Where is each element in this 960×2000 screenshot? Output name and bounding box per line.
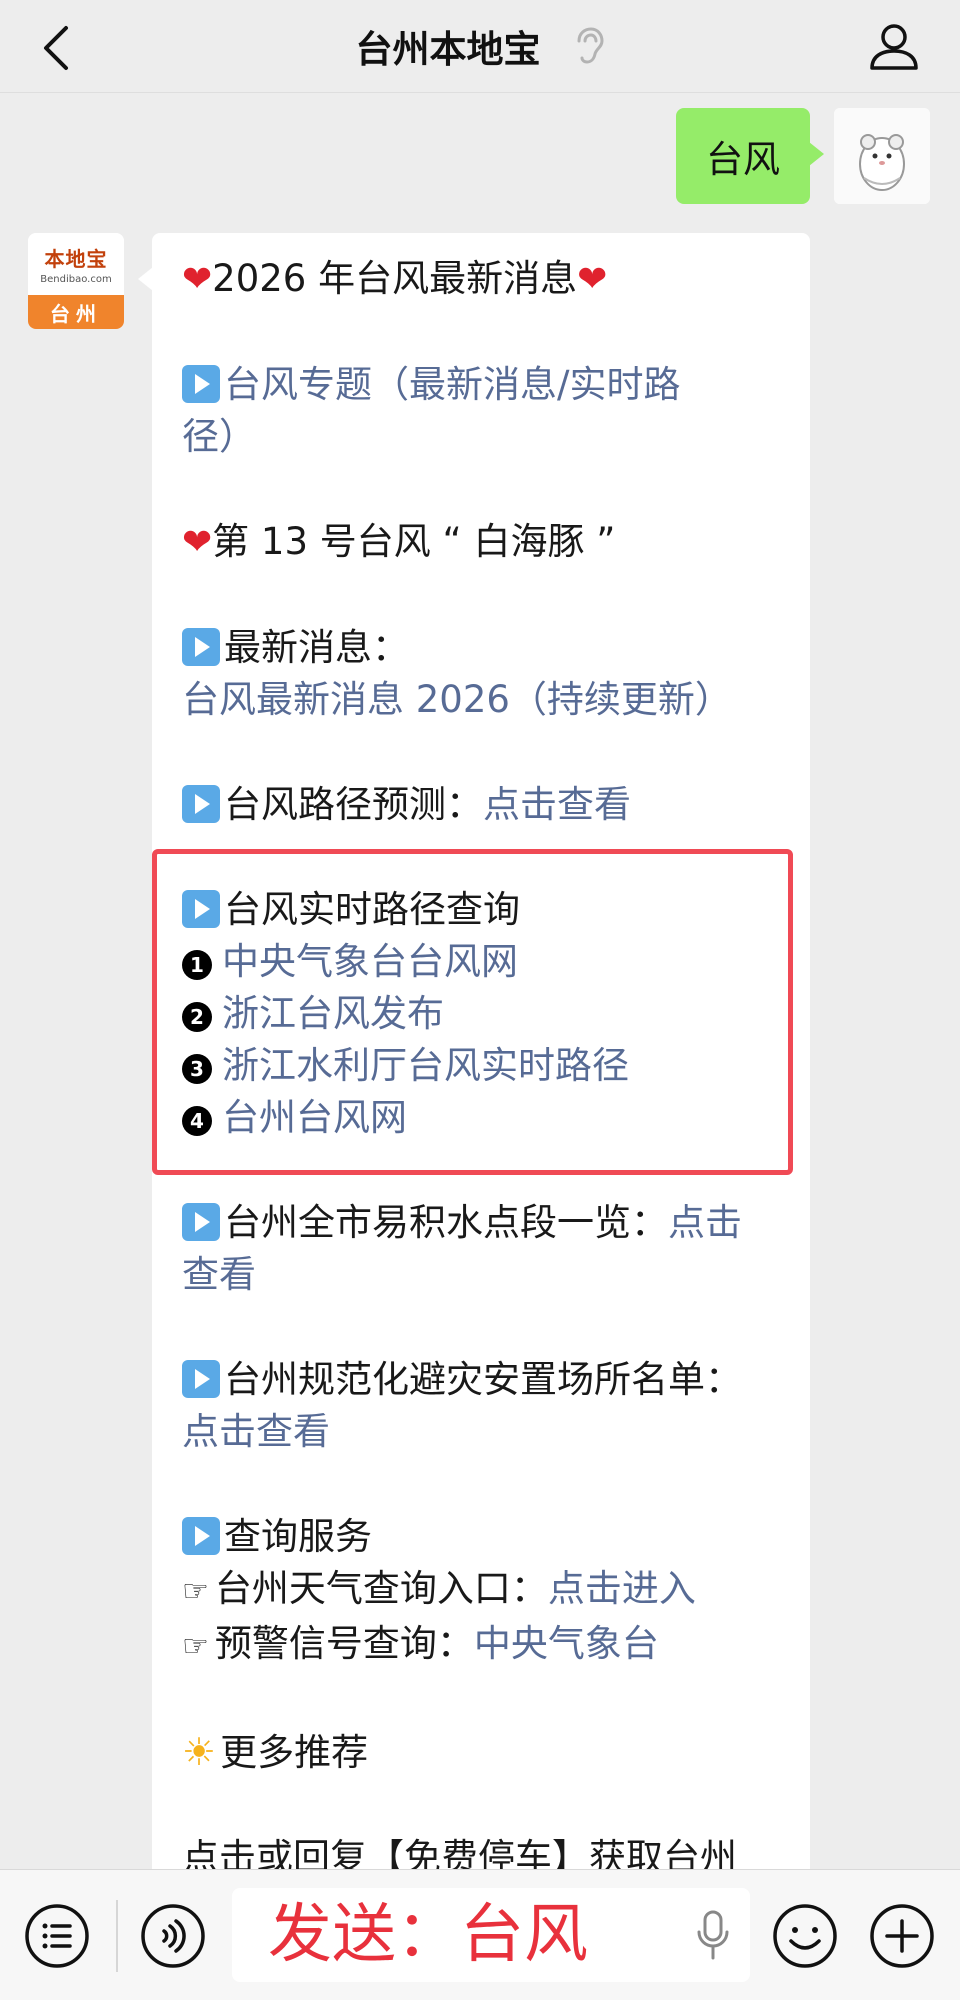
outgoing-bubble[interactable]: 台风: [676, 108, 824, 204]
play-icon: [182, 365, 220, 403]
realtime-link-water[interactable]: 浙江水利厅台风实时路径: [222, 1044, 629, 1087]
play-icon: [182, 1360, 220, 1398]
play-icon: [182, 1203, 220, 1241]
title-area: 台州本地宝: [0, 18, 960, 74]
heading-paragraph: ❤2026 年台风最新消息❤: [182, 253, 792, 306]
emoji-icon[interactable]: [772, 1903, 838, 1969]
play-icon: [182, 628, 220, 666]
number-2-icon: 2: [182, 1002, 212, 1032]
outgoing-text: 台风: [706, 138, 780, 181]
typhoon-paragraph: ❤第 13 号台风 “ 白海豚 ”: [182, 516, 792, 569]
bot-logo-text: 本地宝: [44, 247, 108, 271]
input-text: 发送：台风: [268, 1898, 588, 1972]
plus-icon[interactable]: [869, 1903, 935, 1969]
divider: [116, 1900, 118, 1972]
person-icon[interactable]: [866, 18, 922, 74]
heart-icon: ❤: [182, 259, 213, 300]
bottom-input-bar: 发送：台风: [0, 1869, 960, 2000]
more-label: 更多推荐: [220, 1731, 369, 1774]
service-label: 查询服务: [224, 1515, 372, 1558]
list-menu-icon[interactable]: [24, 1903, 90, 1969]
play-icon: [182, 1517, 220, 1555]
number-1-icon: 1: [182, 950, 212, 980]
hamster-avatar-icon: [834, 108, 930, 204]
weather-label: 台州天气查询入口：: [214, 1567, 548, 1610]
pointing-hand-icon: ☞: [182, 1574, 209, 1609]
bot-logo-sub: Bendibao.com: [40, 274, 112, 285]
realtime-paragraph: 台风实时路径查询 1 中央气象台台风网 2 浙江台风发布 3 浙江水利厅台风实时路径 …: [182, 884, 792, 1144]
play-icon: [182, 785, 220, 823]
voice-icon[interactable]: [140, 1903, 206, 1969]
number-4-icon: 4: [182, 1106, 212, 1136]
waterlog-paragraph: 台州全市易积水点段一览：点击 查看: [182, 1197, 792, 1301]
forecast-link[interactable]: 点击查看: [483, 783, 631, 826]
message-input[interactable]: 发送：台风: [232, 1888, 750, 1982]
message-content: ❤2026 年台风最新消息❤ 台风专题（最新消息/实时路 径） ❤第 13 号台…: [182, 253, 792, 1937]
waterlog-link[interactable]: 点击: [668, 1201, 742, 1244]
realtime-link-cma[interactable]: 中央气象台台风网: [222, 940, 518, 983]
shelter-link[interactable]: 点击查看: [182, 1410, 330, 1453]
number-3-icon: 3: [182, 1054, 212, 1084]
user-avatar[interactable]: [834, 108, 930, 204]
bot-avatar-logo: 本地宝 Bendibao.com: [28, 233, 124, 295]
incoming-bubble: ❤2026 年台风最新消息❤ 台风专题（最新消息/实时路 径） ❤第 13 号台…: [138, 233, 810, 1953]
shelter-label: 台州规范化避灾安置场所名单：: [224, 1358, 742, 1401]
service-paragraph: 查询服务 ☞ 台州天气查询入口：点击进入 ☞ 预警信号查询：中央气象台: [182, 1511, 792, 1673]
latest-link[interactable]: 台风最新消息 2026（持续更新）: [182, 678, 732, 721]
forecast-label: 台风路径预测：: [224, 783, 483, 826]
waterlog-label: 台州全市易积水点段一览：: [224, 1201, 668, 1244]
latest-label: 最新消息：: [224, 626, 409, 669]
microphone-icon[interactable]: [696, 1908, 730, 1964]
bot-avatar-city: 台州: [28, 295, 124, 329]
latest-paragraph: 最新消息： 台风最新消息 2026（持续更新）: [182, 622, 792, 726]
realtime-link-zj[interactable]: 浙江台风发布: [222, 992, 444, 1035]
shelter-paragraph: 台州规范化避灾安置场所名单： 点击查看: [182, 1354, 792, 1458]
top-nav-bar: 台州本地宝: [0, 0, 960, 93]
more-paragraph: ☀ 更多推荐: [182, 1726, 792, 1779]
waterlog-link-cont[interactable]: 查看: [182, 1253, 256, 1296]
warning-link[interactable]: 中央气象台: [474, 1622, 659, 1665]
topic-paragraph: 台风专题（最新消息/实时路 径）: [182, 359, 792, 463]
heading-text: 2026 年台风最新消息: [212, 257, 578, 300]
realtime-link-taizhou[interactable]: 台州台风网: [222, 1096, 407, 1139]
weather-link[interactable]: 点击进入: [548, 1567, 696, 1610]
sun-icon: ☀: [182, 1730, 217, 1774]
bot-avatar[interactable]: 本地宝 Bendibao.com 台州: [28, 233, 124, 329]
chat-title: 台州本地宝: [355, 28, 541, 71]
typhoon-name: 第 13 号台风 “ 白海豚 ”: [212, 520, 616, 563]
play-icon: [182, 890, 220, 928]
topic-link-cont[interactable]: 径）: [182, 415, 256, 458]
warning-label: 预警信号查询：: [214, 1622, 474, 1665]
realtime-label: 台风实时路径查询: [224, 888, 520, 931]
pointing-hand-icon: ☞: [182, 1629, 209, 1664]
heart-icon: ❤: [577, 259, 608, 300]
heart-icon: ❤: [182, 522, 213, 563]
forecast-paragraph: 台风路径预测：点击查看: [182, 779, 792, 831]
topic-link[interactable]: 台风专题（最新消息/实时路: [224, 363, 680, 406]
ear-icon: [577, 27, 604, 64]
